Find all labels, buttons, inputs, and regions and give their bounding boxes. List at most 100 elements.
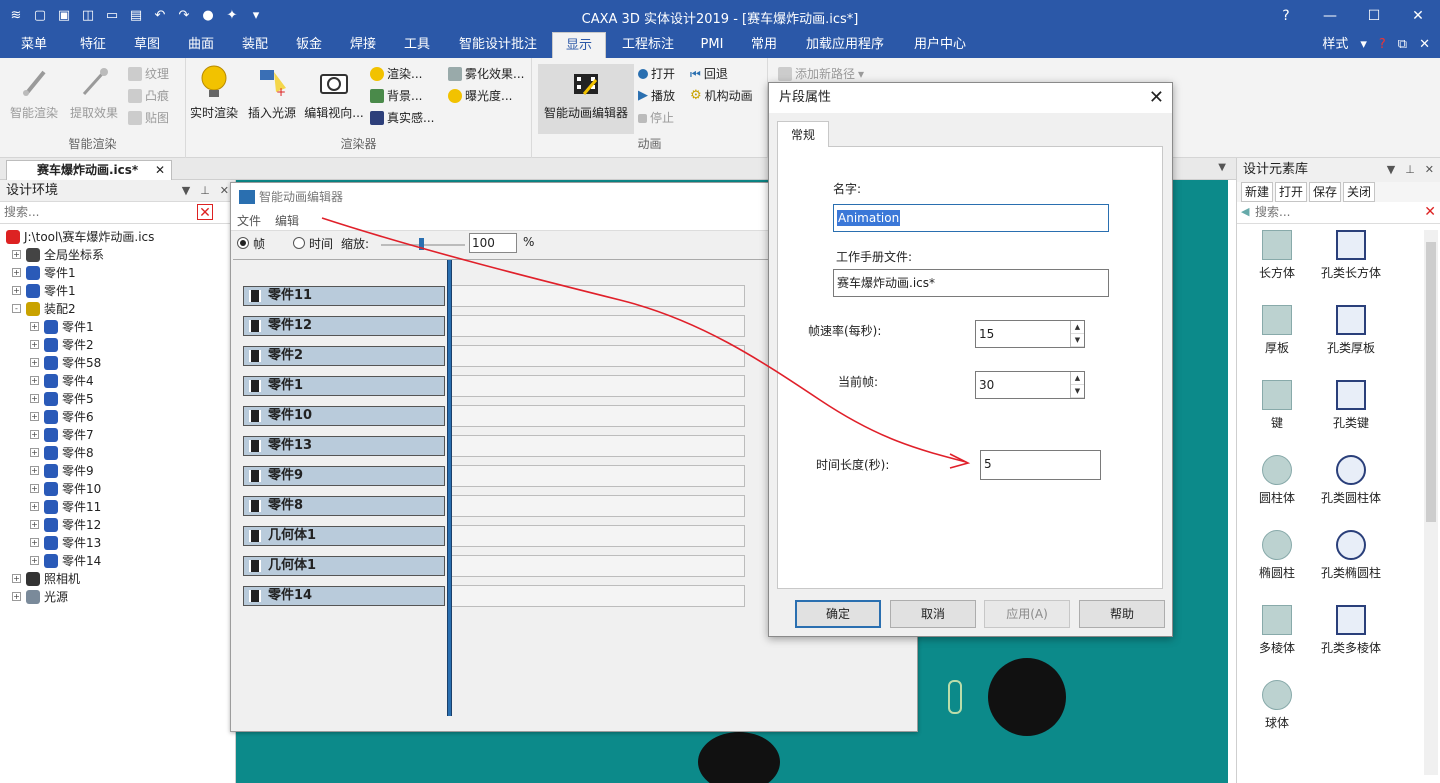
- restore-icon[interactable]: ⧉: [1398, 32, 1407, 58]
- anim-open-button[interactable]: 打开: [638, 64, 675, 84]
- extract-effect-button[interactable]: 提取效果: [68, 64, 120, 130]
- tree-node[interactable]: + 零件11: [0, 498, 236, 516]
- spin-down-icon[interactable]: ▼: [1071, 334, 1084, 347]
- realtime-render-button[interactable]: 实时渲染: [188, 64, 240, 130]
- smart-anim-editor-button[interactable]: 智能动画编辑器: [538, 64, 634, 134]
- zoom-slider-thumb[interactable]: [419, 238, 424, 250]
- tree-node[interactable]: + 零件58: [0, 354, 236, 372]
- library-menu-icon[interactable]: ▼: [1387, 158, 1395, 182]
- anim-track[interactable]: [449, 495, 745, 517]
- expand-icon[interactable]: +: [30, 322, 39, 331]
- tab-engineering-dim[interactable]: 工程标注: [614, 32, 682, 58]
- expand-icon[interactable]: +: [30, 412, 39, 421]
- library-item[interactable]: 圆柱体: [1237, 455, 1317, 506]
- library-item[interactable]: 孔类长方体: [1311, 230, 1391, 281]
- anim-track[interactable]: [449, 405, 745, 427]
- exposure-button[interactable]: 曝光度...: [448, 86, 512, 106]
- library-save-button[interactable]: 保存: [1309, 182, 1342, 202]
- expand-icon[interactable]: +: [30, 520, 39, 529]
- anim-clip[interactable]: 零件9: [243, 466, 445, 486]
- tree-node[interactable]: + 照相机: [0, 570, 236, 588]
- tree-node[interactable]: + 零件1: [0, 264, 236, 282]
- library-search-input[interactable]: [1255, 202, 1415, 222]
- name-field[interactable]: Animation: [833, 204, 1109, 232]
- tab-smart-annotation[interactable]: 智能设计批注: [450, 32, 546, 58]
- help-circle-icon[interactable]: ?: [1379, 32, 1386, 58]
- spin-down-icon[interactable]: ▼: [1071, 385, 1084, 398]
- fps-field[interactable]: 15 ▲ ▼: [975, 320, 1085, 348]
- tab-common[interactable]: 常用: [740, 32, 788, 58]
- anim-clip[interactable]: 零件13: [243, 436, 445, 456]
- tree-node[interactable]: + 零件8: [0, 444, 236, 462]
- tree-node[interactable]: + 零件5: [0, 390, 236, 408]
- anim-track[interactable]: [449, 285, 745, 307]
- anim-menu-edit[interactable]: 编辑: [275, 211, 299, 230]
- tab-list-dropdown-icon[interactable]: ▼: [1218, 162, 1226, 173]
- tree-node[interactable]: + 零件13: [0, 534, 236, 552]
- style-menu[interactable]: 样式: [1322, 32, 1348, 58]
- library-item[interactable]: 球体: [1237, 680, 1317, 731]
- library-item[interactable]: 孔类圆柱体: [1311, 455, 1391, 506]
- texture-button[interactable]: 纹理: [128, 64, 169, 84]
- tab-pmi[interactable]: PMI: [690, 32, 734, 58]
- manual-file-field[interactable]: 赛车爆炸动画.ics*: [833, 269, 1109, 297]
- tree-node[interactable]: + 零件1: [0, 282, 236, 300]
- anim-track[interactable]: [449, 315, 745, 337]
- expand-icon[interactable]: +: [12, 250, 21, 259]
- expand-icon[interactable]: +: [30, 556, 39, 565]
- expand-icon[interactable]: +: [12, 286, 21, 295]
- tree-search-input[interactable]: [0, 202, 190, 222]
- anim-clip[interactable]: 零件14: [243, 586, 445, 606]
- apply-button[interactable]: 应用(A): [984, 600, 1070, 628]
- add-new-path-button[interactable]: 添加新路径 ▾: [778, 64, 864, 84]
- spin-up-icon[interactable]: ▲: [1071, 372, 1084, 385]
- tab-load-apps[interactable]: 加载应用程序: [796, 32, 894, 58]
- fog-effect-button[interactable]: 雾化效果...: [448, 64, 524, 84]
- close-tab-icon[interactable]: ✕: [155, 161, 165, 179]
- tab-sheetmetal[interactable]: 钣金: [282, 32, 336, 58]
- library-item[interactable]: 孔类键: [1311, 380, 1391, 431]
- realism-button[interactable]: 真实感...: [370, 108, 434, 128]
- fps-spinner[interactable]: ▲ ▼: [1070, 321, 1084, 347]
- expand-icon[interactable]: +: [30, 358, 39, 367]
- anim-clip[interactable]: 几何体1: [243, 556, 445, 576]
- tree-node[interactable]: + 全局坐标系: [0, 246, 236, 264]
- library-clear-search-icon[interactable]: ✕: [1424, 204, 1436, 220]
- tab-user-center[interactable]: 用户中心: [904, 32, 976, 58]
- help-button[interactable]: 帮助: [1079, 600, 1165, 628]
- panel-close-icon[interactable]: ✕: [220, 180, 229, 202]
- expand-icon[interactable]: +: [30, 394, 39, 403]
- panel-menu-icon[interactable]: ▼: [182, 180, 190, 202]
- tree-node[interactable]: + 光源: [0, 588, 236, 606]
- expand-icon[interactable]: +: [30, 448, 39, 457]
- library-item[interactable]: 键: [1237, 380, 1317, 431]
- anim-clip[interactable]: 零件2: [243, 346, 445, 366]
- anim-track[interactable]: [449, 435, 745, 457]
- edit-view-button[interactable]: 编辑视向...: [304, 64, 364, 130]
- insert-light-button[interactable]: + 插入光源: [246, 64, 298, 130]
- anim-track[interactable]: [449, 375, 745, 397]
- pin-icon[interactable]: ⊥: [200, 180, 210, 202]
- render-button[interactable]: 渲染...: [370, 64, 422, 84]
- library-item[interactable]: 多棱体: [1237, 605, 1317, 656]
- close-doc-icon[interactable]: ✕: [1419, 32, 1430, 58]
- expand-icon[interactable]: +: [12, 268, 21, 277]
- tab-assembly[interactable]: 装配: [228, 32, 282, 58]
- tree-node[interactable]: + 零件7: [0, 426, 236, 444]
- spin-up-icon[interactable]: ▲: [1071, 321, 1084, 334]
- library-item[interactable]: 孔类椭圆柱: [1311, 530, 1391, 581]
- library-item[interactable]: 厚板: [1237, 305, 1317, 356]
- library-new-button[interactable]: 新建: [1241, 182, 1274, 202]
- radio-time[interactable]: [293, 237, 305, 249]
- tree-node[interactable]: + 零件12: [0, 516, 236, 534]
- current-frame-field[interactable]: 30 ▲ ▼: [975, 371, 1085, 399]
- ok-button[interactable]: 确定: [795, 600, 881, 628]
- tree-node[interactable]: + 零件1: [0, 318, 236, 336]
- tab-surface[interactable]: 曲面: [174, 32, 228, 58]
- expand-icon[interactable]: +: [12, 592, 21, 601]
- bump-button[interactable]: 凸痕: [128, 86, 169, 106]
- anim-track[interactable]: [449, 555, 745, 577]
- tab-weld[interactable]: 焊接: [336, 32, 390, 58]
- tree-node[interactable]: J:\tool\赛车爆炸动画.ics: [0, 228, 236, 246]
- expand-icon[interactable]: +: [30, 340, 39, 349]
